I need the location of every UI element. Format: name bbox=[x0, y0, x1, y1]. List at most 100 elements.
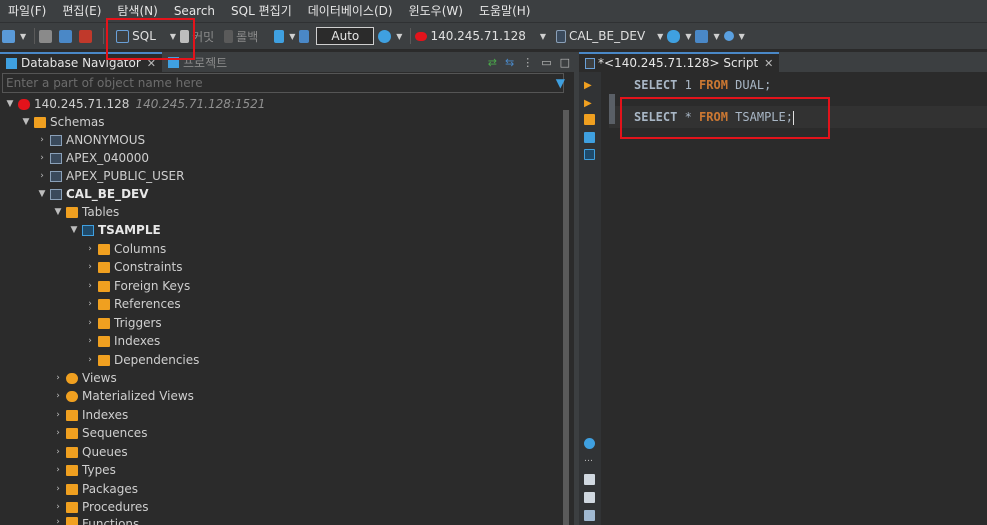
tree-item-types[interactable]: › Types bbox=[52, 461, 116, 479]
chevron-down-icon[interactable]: ▼ bbox=[4, 99, 16, 109]
chevron-right-icon[interactable]: › bbox=[36, 171, 48, 181]
tree-item-packages[interactable]: › Packages bbox=[52, 480, 138, 498]
console-icon[interactable] bbox=[584, 149, 595, 160]
chevron-right-icon[interactable]: › bbox=[84, 299, 96, 309]
transaction-mode-button[interactable]: ▼ bbox=[274, 25, 295, 47]
minimize-icon[interactable]: ▭ bbox=[541, 56, 551, 69]
menu-sql-editor[interactable]: SQL 편집기 bbox=[223, 0, 300, 22]
tree-item-connection[interactable]: ▼ 140.245.71.128 140.245.71.128:1521 bbox=[4, 95, 266, 113]
chevron-right-icon[interactable]: › bbox=[84, 318, 96, 328]
disconnect-button[interactable] bbox=[59, 25, 75, 47]
tree-item-schemas[interactable]: ▼ Schemas bbox=[20, 113, 105, 131]
chevron-right-icon[interactable]: › bbox=[52, 517, 64, 525]
more-icon[interactable]: … bbox=[584, 454, 595, 465]
chevron-right-icon[interactable]: › bbox=[84, 355, 96, 365]
execute-script-icon[interactable] bbox=[584, 114, 595, 125]
tree-item-queues[interactable]: › Queues bbox=[52, 443, 128, 461]
tree-item-foreign-keys[interactable]: › Foreign Keys bbox=[84, 277, 190, 295]
rollback-button[interactable]: 롤백 bbox=[224, 25, 258, 47]
tree-item-dependencies[interactable]: › Dependencies bbox=[84, 351, 199, 369]
folder-icon bbox=[66, 483, 78, 495]
link-editor-icon[interactable]: ⇆ bbox=[505, 56, 514, 69]
tree-item-schema[interactable]: › APEX_PUBLIC_USER bbox=[36, 167, 184, 185]
tree-item-materialized-views[interactable]: › Materialized Views bbox=[52, 387, 194, 405]
tree-label: Views bbox=[82, 371, 117, 385]
chevron-right-icon[interactable]: › bbox=[52, 373, 64, 383]
tree-item-table[interactable]: ▼ TSAMPLE bbox=[68, 221, 161, 239]
chevron-down-icon[interactable]: ▼ bbox=[20, 117, 32, 127]
chevron-right-icon[interactable]: › bbox=[52, 447, 64, 457]
execute-statement-icon[interactable]: ▶ bbox=[584, 80, 595, 91]
navigator-scrollbar[interactable] bbox=[563, 110, 569, 525]
chevron-right-icon[interactable]: › bbox=[52, 410, 64, 420]
export-icon[interactable] bbox=[584, 474, 595, 485]
schema-icon bbox=[50, 170, 62, 182]
chevron-right-icon[interactable]: › bbox=[52, 502, 64, 512]
history-button[interactable]: ▼ bbox=[378, 25, 402, 47]
settings-icon[interactable] bbox=[584, 438, 595, 449]
menu-edit[interactable]: 편집(E) bbox=[54, 0, 109, 22]
tree-item-schema[interactable]: › ANONYMOUS bbox=[36, 131, 145, 149]
chevron-right-icon[interactable]: › bbox=[52, 391, 64, 401]
tree-item-sequences[interactable]: › Sequences bbox=[52, 424, 147, 442]
tree-item-tables[interactable]: ▼ Tables bbox=[52, 203, 120, 221]
chevron-right-icon[interactable]: › bbox=[84, 281, 96, 291]
invalidate-button[interactable] bbox=[79, 25, 95, 47]
new-connection-button[interactable]: ▼ bbox=[2, 25, 26, 47]
tree-item-schema[interactable]: › APEX_040000 bbox=[36, 149, 149, 167]
auto-commit-mode[interactable]: Auto bbox=[316, 25, 375, 47]
cloud-button[interactable]: ▼ bbox=[667, 25, 691, 47]
view-menu-icon[interactable]: ⋮ bbox=[522, 56, 533, 69]
network-button[interactable]: ▼ bbox=[695, 25, 720, 47]
menu-help[interactable]: 도움말(H) bbox=[471, 0, 539, 22]
menu-file[interactable]: 파일(F) bbox=[0, 0, 54, 22]
menu-database[interactable]: 데이터베이스(D) bbox=[300, 0, 401, 22]
connection-name: 140.245.71.128 bbox=[34, 97, 130, 111]
chevron-down-icon[interactable]: ▼ bbox=[52, 207, 64, 217]
lock-button[interactable] bbox=[299, 25, 312, 47]
tree-label: Indexes bbox=[114, 334, 161, 348]
tree-item-indexes[interactable]: › Indexes bbox=[84, 332, 160, 350]
execute-new-tab-icon[interactable]: ▶ bbox=[584, 98, 595, 109]
chevron-right-icon[interactable]: › bbox=[52, 465, 64, 475]
tree-item-functions[interactable]: › Functions bbox=[52, 517, 139, 525]
datasource-selector[interactable]: 140.245.71.128 ▼ bbox=[415, 25, 546, 47]
close-icon[interactable]: ✕ bbox=[764, 57, 773, 70]
filter-icon[interactable]: ▼ bbox=[556, 76, 565, 90]
chevron-right-icon[interactable]: › bbox=[52, 428, 64, 438]
chevron-right-icon[interactable]: › bbox=[84, 336, 96, 346]
chevron-down-icon[interactable]: ▼ bbox=[657, 32, 663, 41]
object-filter-input[interactable] bbox=[6, 76, 526, 90]
tab-sql-script[interactable]: *<140.245.71.128> Script ✕ bbox=[579, 52, 780, 72]
file-icon[interactable] bbox=[584, 510, 595, 521]
tree-item-current-schema[interactable]: ▼ CAL_BE_DEV bbox=[36, 185, 149, 203]
maximize-icon[interactable]: □ bbox=[560, 56, 570, 69]
tree-item-procedures[interactable]: › Procedures bbox=[52, 498, 148, 516]
import-icon[interactable] bbox=[584, 492, 595, 503]
schema-selector[interactable]: CAL_BE_DEV ▼ bbox=[556, 25, 663, 47]
menu-window[interactable]: 윈도우(W) bbox=[401, 0, 471, 22]
connect-button[interactable] bbox=[39, 25, 55, 47]
toolbar-separator bbox=[34, 28, 36, 44]
tree-item-triggers[interactable]: › Triggers bbox=[84, 314, 161, 332]
commit-label: 커밋 bbox=[192, 29, 215, 44]
chevron-down-icon[interactable]: ▼ bbox=[68, 225, 80, 235]
chevron-right-icon[interactable]: › bbox=[52, 484, 64, 494]
tree-item-views[interactable]: › Views bbox=[52, 369, 117, 387]
search-button[interactable]: ▼ bbox=[723, 25, 745, 47]
explain-plan-icon[interactable] bbox=[584, 132, 595, 143]
tree-item-columns[interactable]: › Columns bbox=[84, 240, 166, 258]
chevron-right-icon[interactable]: › bbox=[36, 153, 48, 163]
tree-item-references[interactable]: › References bbox=[84, 295, 181, 313]
tree-item-constraints[interactable]: › Constraints bbox=[84, 258, 182, 276]
tree-label: Constraints bbox=[114, 260, 183, 274]
chevron-down-icon[interactable]: ▼ bbox=[36, 189, 48, 199]
chevron-down-icon[interactable]: ▼ bbox=[540, 32, 546, 41]
tree-label: CAL_BE_DEV bbox=[66, 187, 149, 201]
collapse-all-icon[interactable]: ⇄ bbox=[488, 56, 497, 69]
chevron-right-icon[interactable]: › bbox=[84, 262, 96, 272]
scrollbar-thumb[interactable] bbox=[563, 110, 569, 525]
chevron-right-icon[interactable]: › bbox=[36, 135, 48, 145]
tree-item-schema-indexes[interactable]: › Indexes bbox=[52, 406, 128, 424]
chevron-right-icon[interactable]: › bbox=[84, 244, 96, 254]
